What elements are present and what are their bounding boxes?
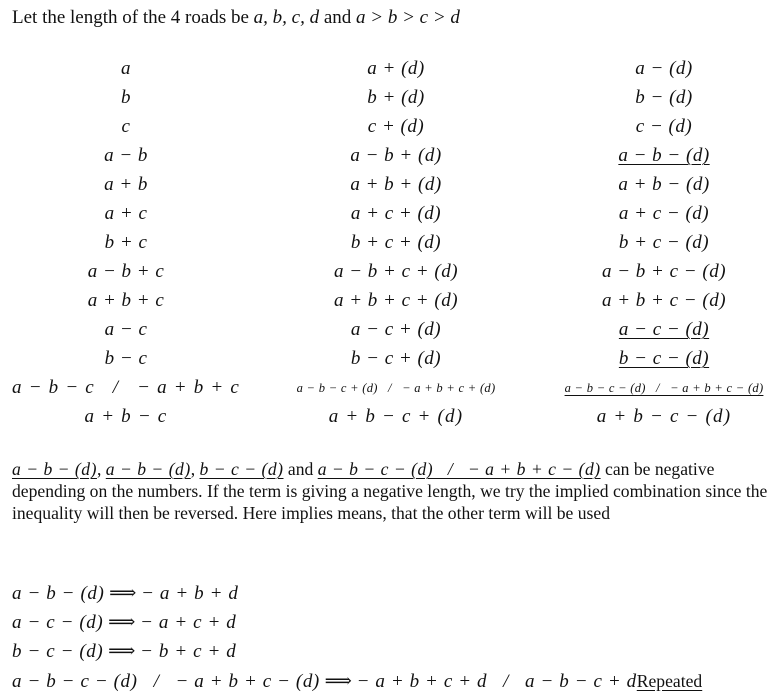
base-term: a + c [104,203,148,224]
minus-d-term: a + c − (d) [618,203,710,224]
base-term: b + c [104,232,148,253]
implies-arrow-icon: ⟹ [108,612,136,633]
plus-d-term: a − c + (d) [350,319,442,340]
plus-d-term: c + (d) [367,116,425,137]
plus-d-term: a + b + (d) [350,174,442,195]
intro-and: and [319,7,357,28]
minus-d-term-underlined: a − b − (d) [618,145,710,166]
minus-d-term: a − b + c − (d) [601,261,727,282]
table-row: a − b − c / − a + b + c a − b − c + (d) … [0,375,784,404]
plus-d-term: a + c + (d) [350,203,442,224]
minus-d-term-underlined: a − b − c − (d) / − a + b + c − (d) [564,381,764,395]
base-term: a + b [104,174,148,195]
and-word: and [283,459,318,479]
implies-arrow-icon: ⟹ [108,641,136,662]
implication-line: a − b − c − (d) / − a + b + c − (d) ⟹ − … [12,668,702,695]
separator: , [96,459,102,479]
table-row: a + b + c a + b + c + (d) a + b + c − (d… [0,288,784,317]
separator: , [190,459,196,479]
minus-d-term: a + b − (d) [618,174,710,195]
minus-d-term: a + b + c − (d) [601,290,727,311]
plus-d-term: a − b + (d) [350,145,442,166]
plus-d-term: b + c + (d) [350,232,442,253]
table-row: b − c b − c + (d) b − c − (d) [0,346,784,375]
minus-d-term: a − (d) [635,58,693,79]
base-term: a − b [104,145,148,166]
base-term: b − c [104,348,148,369]
minus-d-term-underlined: b − c − (d) [618,348,710,369]
implication-lhs: a − b − c − (d) / − a + b + c − (d) [12,671,320,692]
implication-rhs: − a + b + d [141,583,239,604]
minus-d-term: a + b − c − (d) [596,406,732,427]
implication-line: b − c − (d) ⟹ − b + c + d [12,639,236,665]
base-term: c [121,116,131,137]
base-term: a + b − c [84,406,168,427]
table-row: b + c b + c + (d) b + c − (d) [0,230,784,259]
repeated-note: Repeated [636,671,703,691]
implication-rhs: − a + c + d [140,612,237,633]
base-term: a − c [104,319,148,340]
plus-d-term: a + b − c + (d) [328,406,464,427]
intro-variables: a, b, c, d [253,7,320,28]
intro-text: Let the length of the 4 roads be [12,7,254,28]
base-term: b [121,87,131,108]
implication-line: a − c − (d) ⟹ − a + c + d [12,610,236,636]
negative-term: a − b − (d) [105,459,191,479]
implication-lhs: b − c − (d) [12,641,104,662]
table-row: a − b + c a − b + c + (d) a − b + c − (d… [0,259,784,288]
implication-rhs: − b + c + d [140,641,237,662]
implication-lhs: a − c − (d) [12,612,104,633]
minus-d-term: b − (d) [635,87,693,108]
implication-lhs: a − b − (d) [12,583,105,604]
intro-sentence: Let the length of the 4 roads be a, b, c… [12,6,460,30]
table-row: a + b − c a + b − c + (d) a + b − c − (d… [0,404,784,433]
table-row: a + c a + c + (d) a + c − (d) [0,201,784,230]
base-term: a − b − c / − a + b + c [12,377,240,398]
implies-arrow-icon: ⟹ [324,671,352,692]
plus-d-term: b − c + (d) [350,348,442,369]
minus-d-term: c − (d) [635,116,693,137]
plus-d-term: b + (d) [367,87,425,108]
table-row: a − c a − c + (d) a − c − (d) [0,317,784,346]
table-row: c c + (d) c − (d) [0,114,784,143]
negative-term: a − b − c − (d) / − a + b + c − (d) [317,459,601,479]
base-term: a − b + c [87,261,165,282]
negative-term: b − c − (d) [199,459,284,479]
base-term: a [121,58,131,79]
plus-d-term: a + (d) [367,58,425,79]
intro-inequality: a > b > c > d [356,7,460,28]
plus-d-term: a − b − c + (d) / − a + b + c + (d) [296,381,496,395]
implication-line: a − b − (d) ⟹ − a + b + d [12,581,238,607]
implication-rhs: − a + b + c + d / a − b − c + d [356,671,637,692]
table-row: a + b a + b + (d) a + b − (d) [0,172,784,201]
table-row: b b + (d) b − (d) [0,85,784,114]
minus-d-term-underlined: a − c − (d) [618,319,710,340]
negative-term: a − b − (d) [12,459,97,479]
base-term: a + b + c [87,290,165,311]
implies-arrow-icon: ⟹ [109,583,137,604]
minus-d-term: b + c − (d) [618,232,710,253]
explanation-paragraph: a − b − (d), a − b − (d), b − c − (d) an… [12,458,782,524]
table-row: a − b a − b + (d) a − b − (d) [0,143,784,172]
plus-d-term: a − b + c + (d) [333,261,459,282]
plus-d-term: a + b + c + (d) [333,290,459,311]
table-row: a a + (d) a − (d) [0,56,784,85]
